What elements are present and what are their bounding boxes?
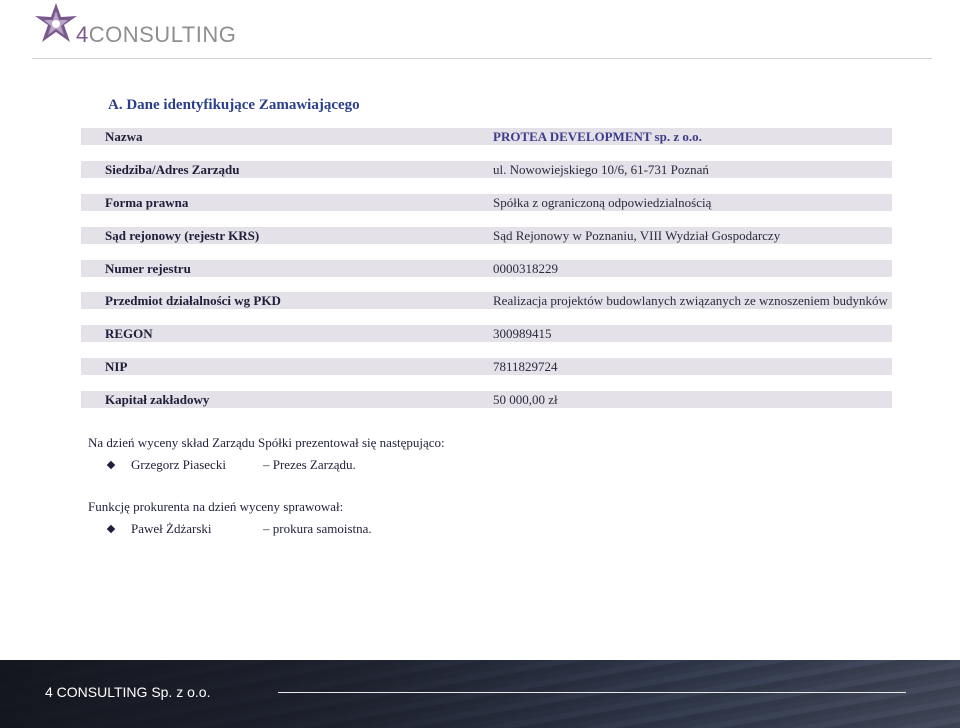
page-header: 4CONSULTING xyxy=(0,0,960,60)
row-label: Przedmiot działalności wg PKD xyxy=(105,293,281,308)
logo-star-icon xyxy=(35,3,77,42)
row-value: 0000318229 xyxy=(493,261,558,276)
info-row-forma-prawna: Forma prawna Spółka z ograniczoną odpowi… xyxy=(81,194,892,211)
member-name: Grzegorz Piasecki xyxy=(131,457,226,472)
row-label: Forma prawna xyxy=(105,195,189,210)
member-role: – prokura samoistna. xyxy=(263,521,372,536)
info-row-kapital: Kapitał zakładowy 50 000,00 zł xyxy=(81,391,892,408)
row-label: Sąd rejonowy (rejestr KRS) xyxy=(105,228,260,243)
row-label: REGON xyxy=(105,326,153,341)
info-row-pkd: Przedmiot działalności wg PKD Realizacja… xyxy=(81,292,892,309)
row-label: Siedziba/Adres Zarządu xyxy=(105,162,240,177)
board-intro: Na dzień wyceny skład Zarządu Spółki pre… xyxy=(88,435,445,450)
member-role: – Prezes Zarządu. xyxy=(263,457,356,472)
section-heading: A. Dane identyfikujące Zamawiającego xyxy=(108,97,360,113)
logo-wordmark: 4CONSULTING xyxy=(76,22,237,47)
bullet-icon xyxy=(106,460,116,470)
member-name: Paweł Żdżarski xyxy=(131,521,212,536)
footer-divider xyxy=(278,692,906,693)
info-row-regon: REGON 300989415 xyxy=(81,325,892,342)
row-label: Numer rejestru xyxy=(105,261,191,276)
row-value: 7811829724 xyxy=(493,359,558,374)
row-value: PROTEA DEVELOPMENT sp. z o.o. xyxy=(493,129,702,144)
info-row-nazwa: Nazwa PROTEA DEVELOPMENT sp. z o.o. xyxy=(81,128,892,145)
row-label: Kapitał zakładowy xyxy=(105,392,210,407)
board-member-item: Grzegorz Piasecki – Prezes Zarządu. xyxy=(106,457,608,475)
row-value: Sąd Rejonowy w Poznaniu, VIII Wydział Go… xyxy=(493,228,781,243)
footer-company-name: 4 CONSULTING Sp. z o.o. xyxy=(45,684,211,700)
row-value: Realizacja projektów budowlanych związan… xyxy=(493,293,888,308)
bullet-icon xyxy=(106,524,116,534)
page-footer: 4 CONSULTING Sp. z o.o. xyxy=(0,660,960,728)
info-row-nip: NIP 7811829724 xyxy=(81,358,892,375)
row-value: Spółka z ograniczoną odpowiedzialnością xyxy=(493,195,712,210)
proxy-intro: Funkcję prokurenta na dzień wyceny spraw… xyxy=(88,499,344,514)
info-row-numer-rejestru: Numer rejestru 0000318229 xyxy=(81,260,892,277)
info-row-sad-rejonowy: Sąd rejonowy (rejestr KRS) Sąd Rejonowy … xyxy=(81,227,892,244)
info-row-siedziba: Siedziba/Adres Zarządu ul. Nowowiejskieg… xyxy=(81,161,892,178)
row-label: Nazwa xyxy=(105,129,143,144)
row-value: 50 000,00 zł xyxy=(493,392,558,407)
row-value: 300989415 xyxy=(493,326,552,341)
header-divider xyxy=(32,58,932,59)
proxy-member-item: Paweł Żdżarski – prokura samoistna. xyxy=(106,521,608,539)
row-label: NIP xyxy=(105,359,128,374)
row-value: ul. Nowowiejskiego 10/6, 61-731 Poznań xyxy=(493,162,709,177)
